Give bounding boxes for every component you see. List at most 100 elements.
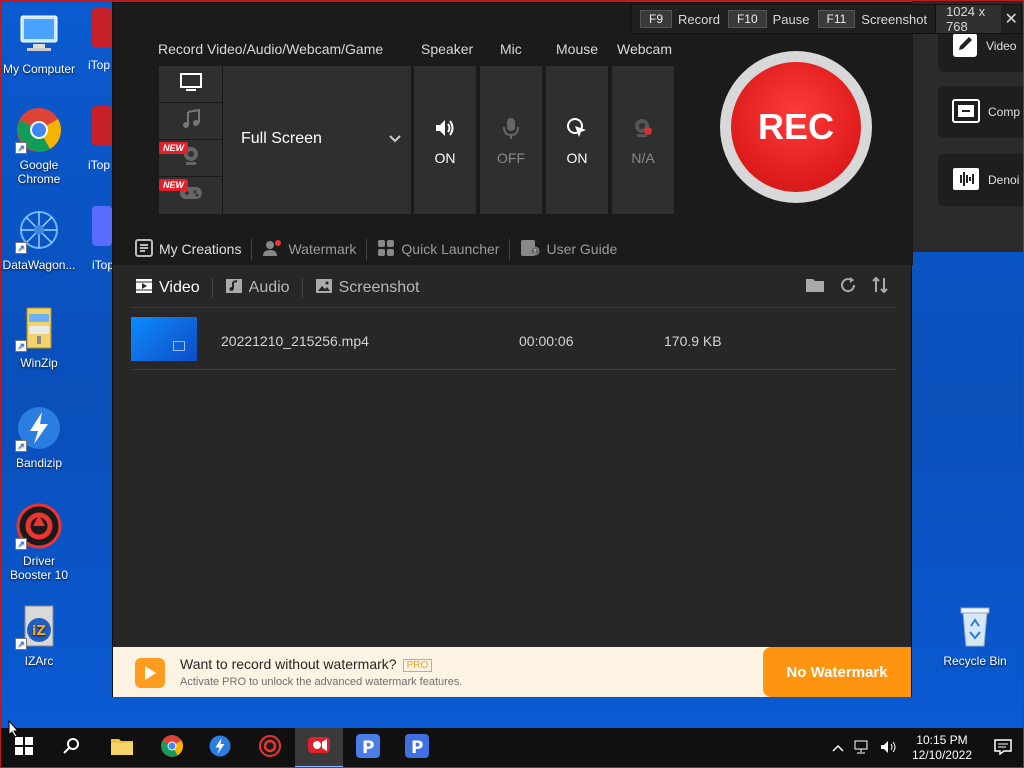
desktop-icon-bandizip[interactable]: ↗ Bandizip [1,404,77,470]
watermark-promo-banner: Want to record without watermark? PRO Act… [113,647,911,697]
taskbar-app-p1[interactable]: P [344,728,392,768]
mouse-toggle[interactable]: ON [545,65,609,215]
mode-screen[interactable] [159,66,222,103]
nav-watermark[interactable]: Watermark [252,238,368,260]
datawagon-icon: ↗ [15,206,63,254]
compress-icon [952,98,980,126]
nav-my-creations[interactable]: My Creations [135,238,253,260]
folder-icon[interactable] [805,276,825,299]
tab-video[interactable]: Video [135,278,213,298]
webcam-status: N/A [631,150,655,166]
winzip-icon: ↗ [15,304,63,352]
itop-icon[interactable] [92,206,112,246]
nav-user-guide[interactable]: ? User Guide [510,239,627,260]
denoise-icon [952,167,980,194]
nav-quick-launcher[interactable]: Quick Launcher [367,238,511,260]
monitor-icon [179,72,203,97]
mic-header: Mic [500,41,522,57]
promo-title-text: Want to record without watermark? [180,656,397,672]
mouse-header: Mouse [556,41,599,57]
search-icon [63,737,81,760]
side-button-denoise[interactable]: Denoi [938,154,1024,206]
side-button-label: Denoi [988,173,1020,187]
chevron-down-icon[interactable] [389,130,401,146]
capture-area-dropdown[interactable]: Full Screen [241,130,322,148]
taskbar-driver-booster[interactable] [246,728,294,768]
network-icon[interactable] [850,740,876,757]
partial-icon-label: iTop [92,258,112,272]
mode-audio[interactable] [159,103,222,140]
tab-label: Video [159,279,200,296]
pause-hotkey: F10 [727,10,767,28]
speaker-toggle[interactable]: ON [413,65,477,215]
svg-text:P: P [362,738,374,758]
recorder-nav: My Creations Watermark Quick Launcher ? … [135,238,627,260]
volume-icon[interactable] [876,740,902,757]
desktop-icon-label: Bandizip [15,456,63,470]
partial-icon-label: iTop Rec [88,58,112,72]
screenshot-hotkey: F11 [817,10,856,28]
system-tray: 10:15 PM 12/10/2022 [826,728,1024,768]
itop-recorder-icon[interactable] [92,8,112,48]
webcam-disabled-icon [612,116,674,142]
taskbar-app-p2[interactable]: P [393,728,441,768]
chrome-icon [160,734,184,763]
webcam-toggle[interactable]: N/A [611,65,675,215]
desktop-icon-datawagon[interactable]: ↗ DataWagon... [1,206,77,272]
shortcut-arrow-icon: ↗ [15,638,27,650]
screenshot-hotkey-label: Screenshot [861,11,928,27]
taskbar-chrome[interactable] [148,728,196,768]
film-icon [135,278,153,299]
guide-icon: ? [520,239,540,260]
taskbar-screen-recorder[interactable] [295,728,343,768]
side-button-compress[interactable]: Comp [938,86,1024,138]
source-header: Record Video/Audio/Webcam/Game [158,41,384,57]
desktop-icon-recycle-bin[interactable]: Recycle Bin [937,602,1013,668]
itop-editor-icon[interactable] [92,106,112,146]
clock-time: 10:15 PM [916,733,968,747]
list-icon [135,238,153,260]
rec-button-ring: REC [720,51,872,203]
bandizip-icon [208,734,232,763]
nav-label: User Guide [546,241,618,257]
taskbar-bandizip[interactable] [196,728,244,768]
no-watermark-button[interactable]: No Watermark [763,647,911,697]
desktop-icon-label: Google Chrome [17,158,61,186]
driver-booster-icon: ↗ [15,502,63,550]
video-thumbnail[interactable] [131,317,197,361]
promo-subtitle: Activate PRO to unlock the advanced wate… [180,676,463,688]
rec-button[interactable]: REC [731,62,861,192]
taskbar-file-explorer[interactable] [98,728,146,768]
mode-webcam[interactable]: NEW [159,140,222,177]
clock[interactable]: 10:15 PM 12/10/2022 [902,733,982,763]
mode-game[interactable]: NEW [159,177,222,214]
shortcut-arrow-icon: ↗ [15,440,27,452]
image-icon [315,278,333,299]
notifications-icon[interactable] [982,738,1024,758]
tab-screenshot[interactable]: Screenshot [303,278,432,298]
close-icon[interactable]: ✕ [1001,9,1021,29]
microphone-icon [480,116,542,142]
desktop-icon-google-chrome[interactable]: ↗ Google Chrome [1,106,77,186]
music-note-icon [181,108,201,135]
desktop-icon-winzip[interactable]: ↗ WinZip [1,304,77,370]
hotkey-bar: F9 Record F10 Pause F11 Screenshot 1024 … [631,4,1022,34]
taskbar-search[interactable] [48,728,96,768]
refresh-icon[interactable] [839,276,857,299]
desktop-icon-izarc[interactable]: iZ ↗ IZArc [1,602,77,668]
list-divider [131,307,896,308]
tab-audio[interactable]: Audio [213,278,303,298]
table-row[interactable]: 20221210_215256.mp4 00:00:06 170.9 KB [131,311,896,371]
mic-toggle[interactable]: OFF [479,65,543,215]
speaker-header: Speaker [421,41,474,57]
speaker-status: ON [434,150,456,166]
recycle-bin-icon [951,602,999,650]
driver-booster-icon [258,734,282,763]
chevron-up-icon[interactable] [826,741,850,755]
shortcut-arrow-icon: ↗ [15,538,27,550]
desktop-icon-driver-booster[interactable]: ↗ Driver Booster 10 [1,502,77,582]
tab-label: Audio [248,279,290,296]
screen-recorder-window: Record Video/Audio/Webcam/Game Speaker M… [112,2,913,697]
sort-icon[interactable] [871,276,889,299]
desktop-icon-my-computer[interactable]: My Computer [1,10,77,76]
